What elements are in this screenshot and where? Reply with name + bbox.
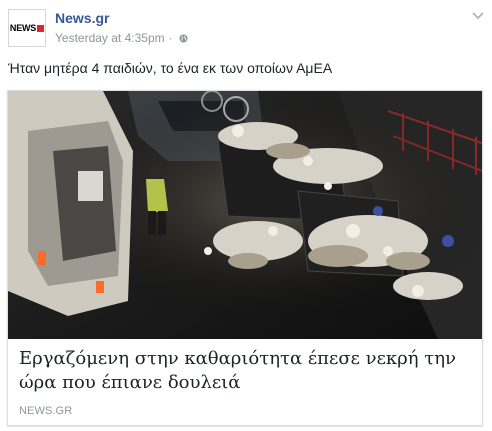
article-domain: NEWS.GR xyxy=(19,405,73,417)
link-preview-card[interactable]: Εργαζόμενη στην καθαριότητα έπεσε νεκρή … xyxy=(7,90,483,426)
logo-text: NEWS xyxy=(9,23,37,33)
timestamp-link[interactable]: Yesterday at 4:35pm xyxy=(55,31,165,45)
page-name-link[interactable]: News.gr xyxy=(55,10,109,26)
avatar[interactable]: NEWS xyxy=(8,9,46,47)
post-header: NEWS News.gr Yesterday at 4:35pm · xyxy=(0,0,492,58)
logo-mark xyxy=(37,24,45,32)
meta-separator: · xyxy=(168,31,173,45)
globe-icon[interactable] xyxy=(179,33,188,43)
article-headline[interactable]: Εργαζόμενη στην καθαριότητα έπεσε νεκρή … xyxy=(19,347,469,395)
post-message: Ήταν μητέρα 4 παιδιών, το ένα εκ των οπο… xyxy=(8,60,333,76)
news-logo: NEWS xyxy=(9,23,45,33)
article-photo[interactable] xyxy=(8,91,482,339)
garbage-truck-photo xyxy=(8,91,482,339)
chevron-down-icon[interactable] xyxy=(472,12,484,20)
post-meta: Yesterday at 4:35pm · xyxy=(55,31,188,45)
